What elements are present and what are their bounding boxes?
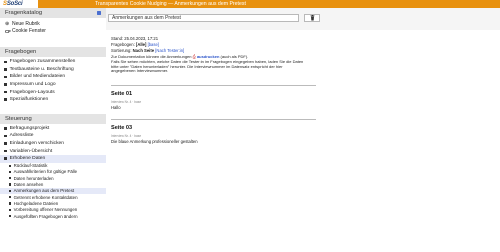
catalog-item-new-section[interactable]: ⊕ Neue Rubrik: [0, 20, 106, 28]
bullet-icon: [4, 142, 7, 145]
bullet-icon: [9, 208, 12, 211]
interview-caption: Interview Nr. 4 · base: [111, 100, 142, 104]
subnav-label: Daten herunterladen: [13, 175, 54, 181]
section-code-icon: CF: [5, 28, 11, 34]
nav-item-special[interactable]: Spezialfunktionen: [0, 96, 106, 104]
nav-item-textmodules[interactable]: Textbausteine u. Beschriftung: [0, 66, 106, 74]
bullet-icon: [4, 149, 7, 153]
bullet-icon: [4, 98, 7, 102]
sort-label: Sortierung:: [111, 48, 132, 53]
subnav-label: Getrennt erhobene Kontaktdaten: [13, 194, 78, 200]
bullet-icon: [9, 177, 12, 180]
bullet-icon: [9, 189, 12, 192]
bullet-icon: [4, 68, 7, 71]
bullet-icon: [9, 214, 12, 218]
nav-label: Bilder und Mediendateien: [9, 74, 66, 80]
section-fragebogen: Fragebogen: [0, 47, 106, 57]
logo-text: SoSci: [6, 1, 23, 7]
comment-text: Die blaue Anmerkung professioneller gest…: [111, 139, 198, 144]
nav-item-data[interactable]: Erhobene Daten: [0, 154, 106, 163]
page-heading: Seite 01: [111, 91, 133, 97]
nav-label: Textbausteine u. Beschriftung: [9, 66, 74, 72]
top-bar: S SoSci Transparentes Cookie Nudging — An…: [0, 0, 500, 8]
nav-label: Einladungen verschicken: [9, 141, 64, 147]
nav-label: Adressliste: [9, 133, 34, 139]
filter-base-link[interactable]: [base]: [148, 42, 159, 47]
interview-caption: Interview Nr. 4 · base: [111, 134, 142, 138]
catalog-item-label: Cookie Fenster: [12, 28, 46, 35]
catalog-item-cookie-window[interactable]: CF Cookie Fenster: [0, 28, 106, 36]
sidebar: Fragenkatalog ⊕ Neue Rubrik CF Cookie Fe…: [0, 8, 106, 252]
subnav-label: Hochgeladene Dateien: [13, 200, 59, 206]
bullet-icon: [9, 183, 12, 186]
bullet-icon: [4, 127, 7, 130]
bullet-icon: [9, 196, 12, 199]
nav-item-variables[interactable]: Variablen-Übersicht: [0, 147, 106, 155]
delete-button[interactable]: [304, 14, 320, 22]
section-title: Fragenkatalog: [5, 10, 43, 16]
page-title: Anmerkungen aus dem Pretest: [108, 14, 299, 22]
catalog-menu-icon[interactable]: [97, 11, 101, 15]
subnav-label: Vorbereitung offener Nennungen: [13, 207, 78, 213]
nav-label: Fragebogen zusammenstellen: [9, 59, 76, 65]
subnav-label: Auswahlkriterien für gültige Fälle: [13, 169, 78, 175]
nav-label: Variablen-Übersicht: [9, 148, 53, 154]
bullet-icon: [4, 75, 7, 79]
nav-label: Fragebogen-Layouts: [9, 89, 55, 95]
bullet-icon: [4, 134, 7, 138]
page-heading: Seite 03: [111, 125, 133, 131]
section-title: Fragebogen: [5, 49, 37, 55]
divider: [111, 85, 316, 86]
subnav-label: Anmerkungen aus dem Pretest: [13, 188, 75, 194]
nav-item-project[interactable]: Befragungsprojekt: [0, 125, 106, 133]
app-logo[interactable]: S SoSci: [0, 0, 38, 8]
trash-icon: [310, 15, 314, 21]
sort-by-tester-link[interactable]: [Nach Tester:in]: [155, 48, 184, 53]
divider: [111, 119, 316, 120]
main-content: Stand: 25.04.2023, 17:21 Fragebogen: [Al…: [106, 30, 500, 252]
questionnaire-filter: Fragebogen: [Alle] [base]: [111, 42, 159, 47]
bullet-icon: [9, 164, 12, 167]
nav-label: Erhobene Daten: [9, 156, 46, 162]
catalog-item-label: Neue Rubrik: [12, 20, 40, 27]
comment-text: Hallo: [111, 105, 121, 110]
bullet-icon: [4, 157, 7, 161]
subnav-label: Daten ansehen: [13, 182, 44, 188]
subnav-edit-questionnaire[interactable]: Ausgefüllten Fragebogen ändern: [0, 213, 106, 219]
nav-item-media[interactable]: Bilder und Mediendateien: [0, 73, 106, 81]
subnav-label: Rücklauf-Statistik: [13, 163, 48, 169]
bullet-icon: [4, 83, 7, 86]
sort-options: Sortierung: Nach Seite [Nach Tester:in]: [111, 48, 184, 53]
nav-item-imprint[interactable]: Impressum und Logo: [0, 81, 106, 89]
bullet-icon: [9, 170, 12, 174]
sort-current: Nach Seite: [132, 48, 155, 53]
nav-item-addresses[interactable]: Adressliste: [0, 132, 106, 140]
nav-label: Befragungsprojekt: [9, 125, 50, 131]
plus-circle-icon: ⊕: [5, 20, 10, 27]
nav-item-invitations[interactable]: Einladungen verschicken: [0, 140, 106, 148]
filter-all-current: [Alle]: [135, 42, 147, 47]
filter-label: Fragebogen:: [111, 42, 135, 47]
nav-item-layouts[interactable]: Fragebogen-Layouts: [0, 88, 106, 96]
download-note: Falls Sie sehen möchten, welche Daten di…: [111, 59, 304, 74]
subnav-label: Ausgefüllten Fragebogen ändern: [13, 213, 78, 219]
bullet-icon: [4, 90, 7, 94]
window-title: Transparentes Cookie Nudging — Anmerkung…: [95, 1, 246, 7]
bullet-icon: [9, 202, 12, 205]
nav-label: Spezialfunktionen: [9, 97, 49, 103]
nav-label: Impressum und Logo: [9, 82, 56, 88]
stand-info: Stand: 25.04.2023, 17:21: [111, 36, 159, 41]
bullet-icon: [4, 60, 7, 64]
section-title: Steuerung: [5, 115, 32, 122]
section-steuerung: Steuerung: [0, 113, 106, 124]
nav-item-compose[interactable]: Fragebogen zusammenstellen: [0, 58, 106, 66]
section-fragenkatalog: Fragenkatalog: [0, 8, 106, 18]
